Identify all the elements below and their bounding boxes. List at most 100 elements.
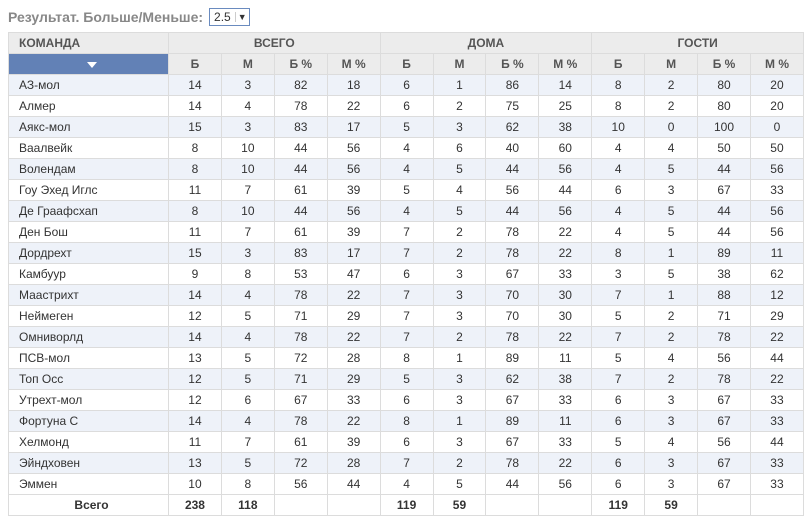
cell: 11 — [539, 411, 592, 432]
cell: 4 — [592, 138, 645, 159]
table-row: Ваалвейк8104456464060445050 — [9, 138, 804, 159]
cell: 3 — [645, 453, 698, 474]
cell: 6 — [592, 474, 645, 495]
cell: 6 — [592, 453, 645, 474]
table-row: Утрехт-мол1266733636733636733 — [9, 390, 804, 411]
cell: 22 — [750, 327, 803, 348]
cell: 7 — [380, 453, 433, 474]
cell: 89 — [486, 348, 539, 369]
team-cell: Волендам — [9, 159, 169, 180]
cell: 3 — [433, 432, 486, 453]
cell: 2 — [433, 327, 486, 348]
col-home-b[interactable]: Б — [380, 54, 433, 75]
col-all-m[interactable]: М — [221, 54, 274, 75]
cell: 78 — [274, 96, 327, 117]
chevron-down-icon: ▼ — [235, 12, 247, 22]
table-row: Волендам8104456454456454456 — [9, 159, 804, 180]
cell: 56 — [327, 138, 380, 159]
col-home-m[interactable]: М — [433, 54, 486, 75]
cell: 8 — [592, 243, 645, 264]
cell: 7 — [592, 369, 645, 390]
cell: 17 — [327, 243, 380, 264]
col-away-b[interactable]: Б — [592, 54, 645, 75]
cell: 3 — [645, 411, 698, 432]
cell: 70 — [486, 285, 539, 306]
cell: 22 — [327, 285, 380, 306]
cell: 4 — [645, 432, 698, 453]
threshold-select[interactable]: 2.5 ▼ — [209, 8, 250, 26]
cell: 6 — [380, 390, 433, 411]
cell: 18 — [327, 75, 380, 96]
col-all-bp[interactable]: Б % — [274, 54, 327, 75]
cell: 2 — [433, 243, 486, 264]
cell: 20 — [750, 96, 803, 117]
cell: 82 — [274, 75, 327, 96]
totals-home-mp — [539, 495, 592, 516]
team-cell: Фортуна С — [9, 411, 169, 432]
cell: 3 — [645, 474, 698, 495]
cell: 29 — [750, 306, 803, 327]
cell: 44 — [274, 159, 327, 180]
team-cell: Неймеген — [9, 306, 169, 327]
team-cell: Ваалвейк — [9, 138, 169, 159]
cell: 78 — [274, 285, 327, 306]
cell: 5 — [592, 348, 645, 369]
cell: 22 — [539, 222, 592, 243]
cell: 30 — [539, 285, 592, 306]
col-home-bp[interactable]: Б % — [486, 54, 539, 75]
table-row: Хелмонд1176139636733545644 — [9, 432, 804, 453]
col-team[interactable]: КОМАНДА — [9, 33, 169, 54]
title-bar: Результат. Больше/Меньше: 2.5 ▼ — [8, 8, 804, 26]
colgroup-home[interactable]: ДОМА — [380, 33, 592, 54]
cell: 2 — [645, 306, 698, 327]
cell: 50 — [698, 138, 751, 159]
totals-away-mp — [750, 495, 803, 516]
cell: 2 — [645, 96, 698, 117]
sort-indicator[interactable] — [9, 54, 169, 75]
cell: 5 — [592, 306, 645, 327]
col-all-b[interactable]: Б — [169, 54, 222, 75]
cell: 8 — [169, 201, 222, 222]
cell: 3 — [433, 306, 486, 327]
cell: 8 — [592, 96, 645, 117]
cell: 62 — [486, 117, 539, 138]
cell: 6 — [380, 264, 433, 285]
cell: 83 — [274, 243, 327, 264]
col-away-m[interactable]: М — [645, 54, 698, 75]
cell: 1 — [645, 285, 698, 306]
totals-home-m: 59 — [433, 495, 486, 516]
cell: 8 — [169, 159, 222, 180]
cell: 61 — [274, 180, 327, 201]
col-away-mp[interactable]: М % — [750, 54, 803, 75]
cell: 33 — [750, 180, 803, 201]
cell: 22 — [539, 243, 592, 264]
cell: 0 — [645, 117, 698, 138]
cell: 5 — [592, 432, 645, 453]
cell: 56 — [750, 222, 803, 243]
cell: 78 — [274, 327, 327, 348]
cell: 4 — [380, 474, 433, 495]
cell: 56 — [274, 474, 327, 495]
col-all-mp[interactable]: М % — [327, 54, 380, 75]
cell: 62 — [486, 369, 539, 390]
cell: 3 — [433, 390, 486, 411]
cell: 56 — [539, 159, 592, 180]
cell: 7 — [221, 180, 274, 201]
totals-all-m: 118 — [221, 495, 274, 516]
cell: 17 — [327, 117, 380, 138]
cell: 4 — [380, 201, 433, 222]
cell: 14 — [169, 327, 222, 348]
cell: 5 — [645, 159, 698, 180]
colgroup-away[interactable]: ГОСТИ — [592, 33, 804, 54]
col-away-bp[interactable]: Б % — [698, 54, 751, 75]
team-cell: Гоу Эхед Иглс — [9, 180, 169, 201]
table-row: Ден Бош1176139727822454456 — [9, 222, 804, 243]
cell: 5 — [645, 222, 698, 243]
colgroup-all[interactable]: ВСЕГО — [169, 33, 381, 54]
col-home-mp[interactable]: М % — [539, 54, 592, 75]
cell: 67 — [486, 432, 539, 453]
team-cell: Камбуур — [9, 264, 169, 285]
table-row: Камбуур985347636733353862 — [9, 264, 804, 285]
cell: 3 — [645, 390, 698, 411]
cell: 11 — [539, 348, 592, 369]
